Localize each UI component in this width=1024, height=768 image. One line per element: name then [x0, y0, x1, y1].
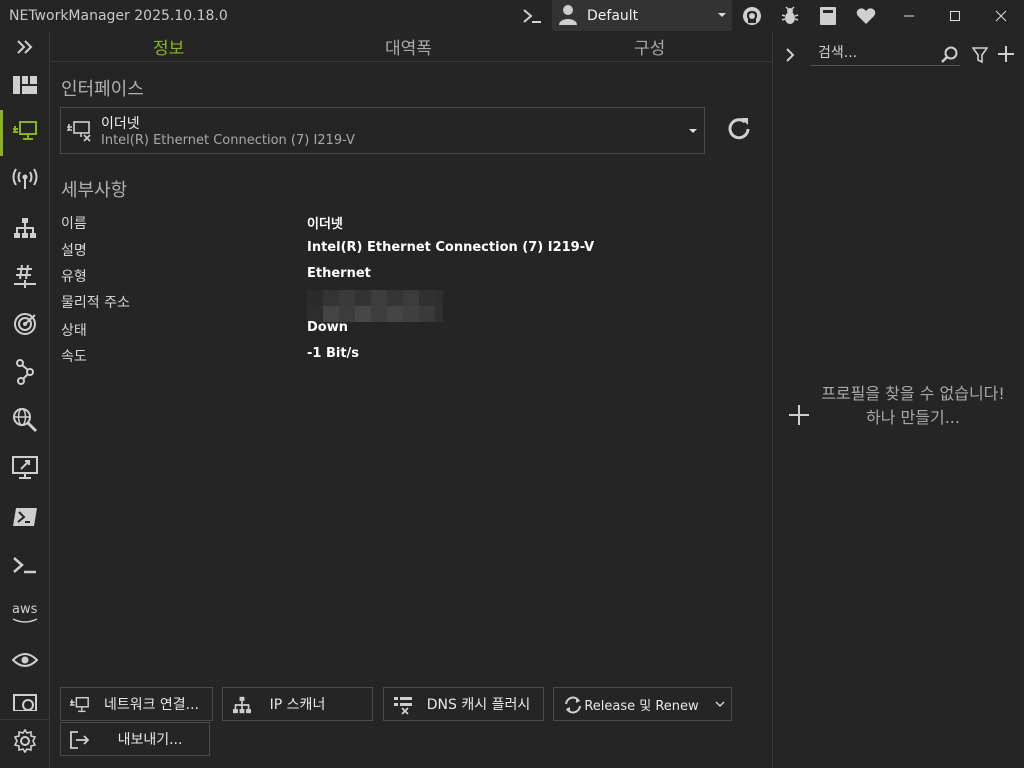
tab-info[interactable]: 정보 [153, 34, 184, 59]
book-icon[interactable] [816, 4, 840, 28]
ip-scanner-button[interactable]: IP 스캐너 [222, 687, 373, 721]
detail-key: 상태 [61, 323, 87, 339]
heart-icon[interactable] [854, 4, 878, 28]
interface-heading: 인터페이스 [61, 79, 144, 100]
sidebar-item-dns-lookup[interactable] [0, 399, 50, 445]
main-panel: 인터페이스 이더넷 Intel(R) Ethernet Connection (… [51, 63, 772, 768]
minimize-button[interactable] [886, 0, 932, 32]
dns-lookup-icon [12, 407, 38, 437]
flush-dns-cache-button[interactable]: DNS 캐시 플러시 [383, 687, 544, 721]
create-profile-link[interactable]: 하나 만들기... [813, 406, 1013, 430]
chevron-down-icon [718, 13, 726, 17]
sidebar-item-dashboard[interactable] [0, 64, 50, 110]
powershell-icon [12, 507, 38, 531]
detail-row-physical-address: 물리적 주소 [61, 290, 761, 322]
network-adapter-disconnected-icon [67, 120, 93, 146]
bug-icon[interactable] [778, 4, 802, 28]
filter-icon[interactable] [971, 46, 989, 68]
chevron-down-icon[interactable] [709, 688, 731, 720]
tigervnc-icon [11, 651, 39, 673]
detail-key: 속도 [61, 349, 87, 365]
detail-row-type: 유형 Ethernet [61, 266, 761, 286]
port-scanner-icon [13, 263, 37, 293]
button-label: 내보내기... [117, 732, 183, 748]
sidebar-item-wifi[interactable] [0, 158, 50, 204]
sidebar: aws [0, 32, 50, 768]
network-interface-icon [12, 120, 38, 146]
detail-row-status: 상태 Down [61, 320, 761, 340]
traceroute-icon [15, 359, 35, 389]
detail-row-name: 이름 이더넷 [61, 213, 761, 233]
redacted-mac-address [307, 290, 443, 322]
interface-name: 이더넷 [101, 116, 140, 132]
detail-value: 이더넷 [307, 217, 343, 232]
refresh-icon [726, 116, 752, 146]
add-icon[interactable] [788, 404, 810, 430]
aws-icon: aws [10, 602, 40, 624]
refresh-button[interactable] [724, 116, 754, 146]
profiles-panel: 프로필을 찾을 수 없습니다! 하나 만들기... [772, 32, 1024, 768]
app-title: NETworkManager 2025.10.18.0 [9, 8, 228, 24]
detail-value: Intel(R) Ethernet Connection (7) I219-V [307, 240, 595, 255]
tab-bar: 정보 대역폭 구성 [51, 32, 772, 62]
sidebar-item-terminal[interactable] [0, 544, 50, 590]
sidebar-item-remote-desktop[interactable] [0, 447, 50, 493]
sidebar-item-network-interface[interactable] [0, 110, 50, 156]
user-icon [558, 4, 578, 30]
button-label: IP 스캐너 [269, 697, 326, 713]
interface-description: Intel(R) Ethernet Connection (7) I219-V [101, 133, 355, 148]
close-button[interactable] [978, 0, 1024, 32]
button-label: DNS 캐시 플러시 [426, 697, 531, 713]
sidebar-item-ping-monitor[interactable] [0, 303, 50, 349]
sidebar-item-traceroute[interactable] [0, 351, 50, 397]
tab-bandwidth[interactable]: 대역폭 [385, 34, 432, 59]
export-button[interactable]: 내보내기... [60, 722, 210, 756]
network-connections-button[interactable]: 네트워크 연결... [60, 687, 213, 721]
settings-button[interactable] [0, 719, 50, 765]
sidebar-item-aws[interactable]: aws [0, 590, 50, 636]
release-renew-button[interactable]: Release 및 Renew [553, 687, 732, 721]
details-heading: 세부사항 [61, 180, 128, 201]
github-icon[interactable] [740, 4, 764, 28]
title-bar: NETworkManager 2025.10.18.0 Default [0, 0, 1024, 32]
web-console-icon [13, 689, 37, 715]
add-profile-button[interactable] [997, 45, 1015, 67]
putty-icon [12, 556, 38, 578]
sidebar-item-web-console[interactable] [0, 686, 50, 718]
ip-scanner-icon [13, 217, 37, 243]
dashboard-icon [13, 76, 37, 98]
detail-value: Ethernet [307, 266, 371, 281]
wifi-icon [12, 168, 38, 194]
button-label: 네트워크 연결... [103, 697, 200, 713]
search-input[interactable] [810, 40, 960, 66]
sidebar-item-ip-scanner[interactable] [0, 207, 50, 253]
app-window: NETworkManager 2025.10.18.0 Default aws … [0, 0, 1024, 768]
detail-key: 설명 [61, 243, 87, 259]
detail-key: 유형 [61, 269, 87, 285]
chevron-down-icon [689, 129, 697, 133]
gear-icon [13, 728, 37, 757]
button-label: Release 및 Renew [584, 698, 699, 714]
tab-configure[interactable]: 구성 [634, 34, 665, 59]
sidebar-item-vnc[interactable] [0, 639, 50, 685]
collapse-panel-button[interactable] [785, 47, 795, 67]
sidebar-item-port-scanner[interactable] [0, 255, 50, 301]
search-icon[interactable] [941, 46, 959, 68]
maximize-button[interactable] [932, 0, 978, 32]
no-profiles-text: 프로필을 찾을 수 없습니다! [821, 384, 1005, 403]
detail-value: -1 Bit/s [307, 346, 360, 361]
empty-profiles-message: 프로필을 찾을 수 없습니다! 하나 만들기... [813, 382, 1013, 430]
profile-value: Default [587, 8, 639, 24]
detail-key: 물리적 주소 [61, 295, 130, 311]
remote-desktop-icon [12, 456, 38, 484]
detail-row-speed: 속도 -1 Bit/s [61, 346, 761, 366]
detail-key: 이름 [61, 216, 87, 232]
sidebar-item-powershell[interactable] [0, 496, 50, 542]
interface-select[interactable]: 이더넷 Intel(R) Ethernet Connection (7) I21… [60, 107, 705, 154]
detail-value: Down [307, 320, 348, 335]
ping-monitor-icon [13, 312, 37, 340]
detail-row-description: 설명 Intel(R) Ethernet Connection (7) I219… [61, 240, 761, 260]
profile-select[interactable]: Default [552, 0, 732, 31]
terminal-icon[interactable] [520, 4, 544, 28]
